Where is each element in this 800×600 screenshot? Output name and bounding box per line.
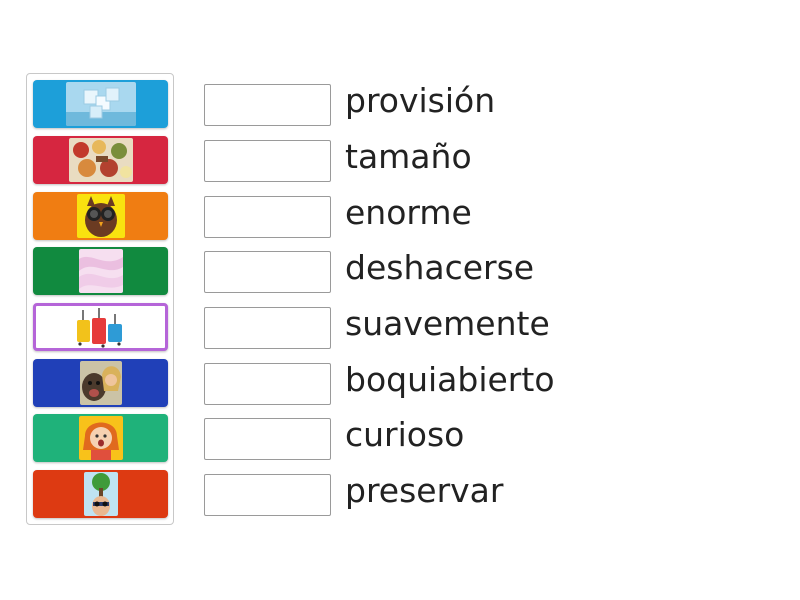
draggable-tile-4[interactable] [33, 247, 168, 295]
drop-slot-4[interactable] [204, 251, 331, 293]
drop-slot-2[interactable] [204, 140, 331, 182]
word-label: boquiabierto [345, 360, 555, 399]
word-label: preservar [345, 471, 504, 510]
draggable-tile-8[interactable] [33, 470, 168, 518]
drop-slot-8[interactable] [204, 474, 331, 516]
dog-and-girl-icon [79, 361, 122, 405]
word-label: deshacerse [345, 248, 535, 287]
draggable-tile-1[interactable] [33, 80, 168, 128]
drop-slot-1[interactable] [204, 84, 331, 126]
silk-fabric-icon [78, 249, 123, 293]
draggable-tile-2[interactable] [33, 136, 168, 184]
tree-on-head-icon [83, 472, 118, 516]
food-pile-icon [68, 138, 133, 182]
drop-slot-7[interactable] [204, 418, 331, 460]
word-label: tamaño [345, 137, 472, 176]
word-label: suavemente [345, 304, 550, 343]
word-label: enorme [345, 193, 472, 232]
ice-cubes-icon [65, 82, 136, 126]
word-label: curioso [345, 415, 465, 454]
owl-binoculars-icon [76, 194, 125, 238]
draggable-tile-3[interactable] [33, 192, 168, 240]
draggable-tile-6[interactable] [33, 359, 168, 407]
suitcases-icon [74, 306, 127, 348]
surprised-girl-icon [78, 416, 123, 460]
drop-slot-5[interactable] [204, 307, 331, 349]
draggable-tile-5[interactable] [33, 303, 168, 351]
drop-slot-3[interactable] [204, 196, 331, 238]
draggable-tile-7[interactable] [33, 414, 168, 462]
drop-slot-6[interactable] [204, 363, 331, 405]
word-label: provisión [345, 81, 496, 120]
